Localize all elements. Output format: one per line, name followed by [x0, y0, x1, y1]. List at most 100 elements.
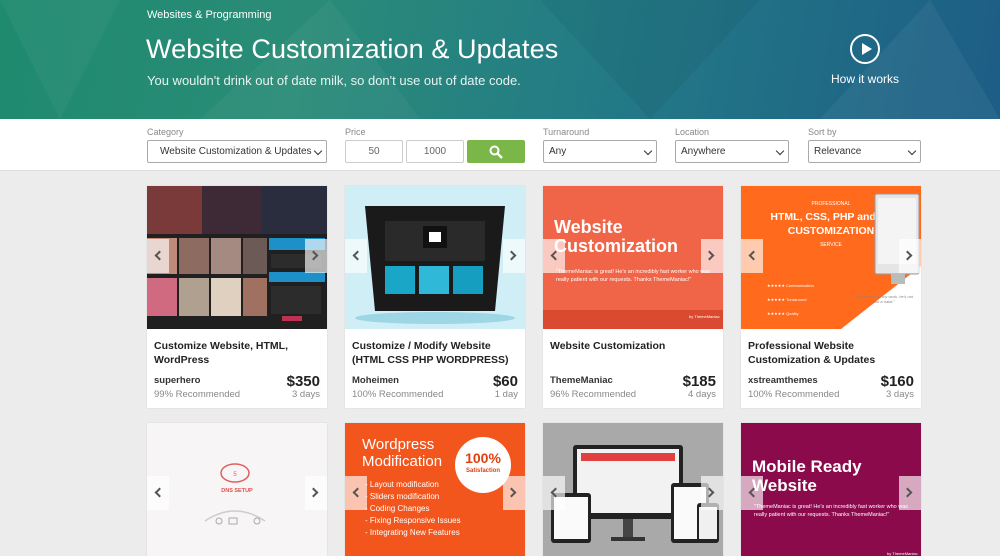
stars-turnaround: ★★★★★ Turnaround	[767, 297, 807, 302]
chevron-right-icon	[902, 487, 913, 498]
feature-list-item: - Coding Changes	[365, 504, 430, 513]
website-collage-image	[147, 186, 327, 329]
thumbnail-heading: Mobile Ready Website	[752, 457, 862, 495]
chevron-left-icon	[352, 487, 363, 498]
price: $160	[880, 373, 914, 390]
thumbnail-byline: by ThemeManiac	[887, 551, 918, 556]
chevron-left-icon	[154, 250, 165, 261]
carousel-prev-button[interactable]	[345, 476, 367, 510]
thumbnail-footer	[543, 310, 723, 329]
card-title[interactable]: Professional Website Customization & Upd…	[748, 339, 914, 367]
carousel-prev-button[interactable]	[345, 239, 367, 273]
chevron-right-icon	[704, 487, 715, 498]
carousel-prev-button[interactable]	[741, 476, 763, 510]
website-mockup-image	[345, 186, 525, 329]
card-thumbnail: Wordpress Modification 100% Satisfaction…	[345, 423, 525, 556]
location-value: Anywhere	[681, 146, 726, 157]
carousel-next-button[interactable]	[305, 239, 327, 273]
delivery-days: 1 day	[494, 389, 518, 400]
turnaround-value: Any	[549, 146, 567, 157]
carousel-next-button[interactable]	[701, 239, 723, 273]
responsive-devices-image	[543, 423, 723, 556]
service-card[interactable]: Mobile Ready Website "ThemeManiac is gre…	[741, 423, 921, 556]
carousel-prev-button[interactable]	[543, 239, 565, 273]
price-label: Price	[345, 127, 366, 137]
delivery-days: 4 days	[688, 389, 716, 400]
card-title[interactable]: Customize Website, HTML, WordPress	[154, 339, 320, 367]
card-thumbnail	[543, 423, 723, 556]
price-min-input[interactable]: 50	[345, 140, 403, 163]
breadcrumb[interactable]: Websites & Programming	[147, 9, 272, 21]
seller-name[interactable]: xstreamthemes	[748, 375, 818, 386]
carousel-next-button[interactable]	[899, 476, 921, 510]
card-title[interactable]: Customize / Modify Website (HTML CSS PHP…	[352, 339, 518, 367]
service-card[interactable]	[543, 423, 723, 556]
page-subtitle: You wouldn't drink out of date milk, so …	[147, 73, 521, 88]
search-button[interactable]	[467, 140, 525, 163]
stars-quality: ★★★★★ Quality	[767, 311, 799, 316]
carousel-prev-button[interactable]	[147, 239, 169, 273]
chevron-right-icon	[506, 487, 517, 498]
category-value: Website Customization & Updates	[160, 146, 312, 157]
chevron-left-icon	[550, 487, 561, 498]
carousel-next-button[interactable]	[503, 239, 525, 273]
carousel-next-button[interactable]	[503, 476, 525, 510]
service-card[interactable]: Customize Website, HTML, WordPress super…	[147, 186, 327, 408]
chevron-down-icon	[313, 146, 323, 156]
card-thumbnail: PROFESSIONAL HTML, CSS, PHP and JS CUSTO…	[741, 186, 921, 329]
category-label: Category	[147, 127, 184, 137]
turnaround-label: Turnaround	[543, 127, 590, 137]
service-card[interactable]: Wordpress Modification 100% Satisfaction…	[345, 423, 525, 556]
card-thumbnail	[345, 186, 525, 329]
service-card[interactable]: 5 DNS SETUP	[147, 423, 327, 556]
delivery-days: 3 days	[292, 389, 320, 400]
location-label: Location	[675, 127, 710, 137]
carousel-prev-button[interactable]	[543, 476, 565, 510]
thumbnail-byline: by ThemeManiac	[689, 314, 720, 319]
carousel-prev-button[interactable]	[147, 476, 169, 510]
how-it-works-button[interactable]: How it works	[820, 34, 910, 86]
service-card[interactable]: PROFESSIONAL HTML, CSS, PHP and JS CUSTO…	[741, 186, 921, 408]
imac-illustration	[841, 193, 921, 329]
recommended-rate: 99% Recommended	[154, 389, 241, 400]
page-title: Website Customization & Updates	[146, 34, 559, 64]
chevron-left-icon	[748, 250, 759, 261]
hero-banner: Websites & Programming Website Customiza…	[0, 0, 1000, 119]
sort-select[interactable]: Relevance	[808, 140, 921, 163]
price-max-input[interactable]: 1000	[406, 140, 464, 163]
carousel-next-button[interactable]	[701, 476, 723, 510]
seller-name[interactable]: Moheimen	[352, 375, 399, 386]
chevron-down-icon	[907, 146, 917, 156]
seller-name[interactable]: superhero	[154, 375, 200, 386]
chevron-left-icon	[352, 250, 363, 261]
filter-bar: Category Website Customization & Updates…	[0, 119, 1000, 171]
service-card[interactable]: Customize / Modify Website (HTML CSS PHP…	[345, 186, 525, 408]
feature-list-item: - Sliders modification	[365, 492, 440, 501]
card-thumbnail	[147, 186, 327, 329]
card-thumbnail: Website Customization "ThemeManiac is gr…	[543, 186, 723, 329]
carousel-next-button[interactable]	[305, 476, 327, 510]
delivery-days: 3 days	[886, 389, 914, 400]
location-select[interactable]: Anywhere	[675, 140, 789, 163]
feature-list-item: - Fixing Responsive Issues	[365, 516, 461, 525]
turnaround-select[interactable]: Any	[543, 140, 657, 163]
thumbnail-quote: "ThemeManiac is great! He's an incredibl…	[754, 504, 909, 518]
price: $350	[286, 373, 320, 390]
chevron-left-icon	[748, 487, 759, 498]
card-thumbnail: 5 DNS SETUP	[147, 423, 327, 556]
chevron-down-icon	[643, 146, 653, 156]
recommended-rate: 100% Recommended	[352, 389, 444, 400]
chevron-right-icon	[506, 250, 517, 261]
feature-list: - Layout modification - Sliders modificat…	[365, 479, 475, 539]
thumbnail-quote: "ThemeManiac is great! He's an incredibl…	[556, 269, 711, 283]
carousel-next-button[interactable]	[899, 239, 921, 273]
service-card[interactable]: Website Customization "ThemeManiac is gr…	[543, 186, 723, 408]
carousel-prev-button[interactable]	[741, 239, 763, 273]
thumbnail-quote: "He are vital to my work, he's not just …	[854, 294, 914, 304]
feature-list-item: - Integrating New Features	[365, 528, 460, 537]
recommended-rate: 96% Recommended	[550, 389, 637, 400]
chevron-right-icon	[704, 250, 715, 261]
seller-name[interactable]: ThemeManiac	[550, 375, 613, 386]
category-select[interactable]: Website Customization & Updates	[147, 140, 327, 163]
card-title[interactable]: Website Customization	[550, 339, 716, 353]
